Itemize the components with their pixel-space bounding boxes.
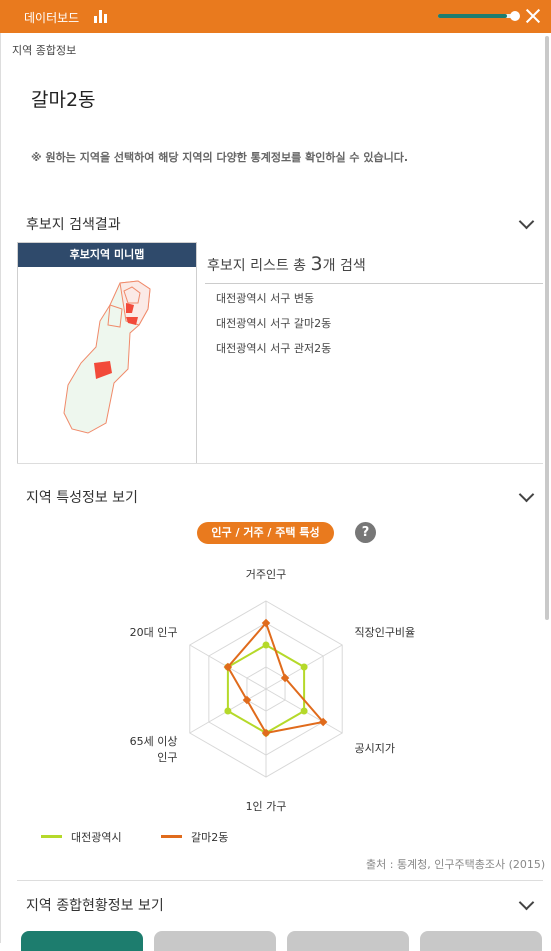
radar-point	[280, 673, 290, 683]
scrollbar-thumb[interactable]	[545, 36, 549, 620]
minimap-map[interactable]	[18, 267, 196, 463]
overview-tab-button[interactable]	[21, 931, 143, 951]
radar-axis-label-line: 공시지가	[354, 742, 395, 755]
candidate-count: 3	[310, 253, 323, 275]
radar-axis-label: 직장인구비율	[354, 624, 415, 640]
divider	[205, 283, 543, 284]
radar-axis-line	[189, 644, 267, 690]
radar-axis-label: 20대 인구	[58, 624, 178, 640]
radar-axis-label: 1인 가구	[206, 798, 326, 814]
radar-axis-label-line: 1인 가구	[245, 800, 287, 813]
overview-section-title: 지역 종합현황정보 보기	[26, 898, 164, 914]
radar-point	[261, 618, 271, 628]
radar-point	[318, 717, 328, 727]
candidate-item[interactable]: 대전광역시 서구 갈마2동	[216, 315, 331, 331]
source-note: 출처 : 통계청, 인구주택총조사 (2015)	[366, 858, 546, 871]
radar-axis-label-line: 거주인구	[245, 568, 287, 581]
overview-tab-button[interactable]	[287, 931, 409, 951]
radar-point	[224, 707, 232, 715]
bar-chart-icon[interactable]	[94, 10, 108, 23]
radar-point	[300, 663, 308, 671]
radar-axis-line	[265, 644, 343, 690]
radar-point	[223, 662, 233, 672]
candidates-section-title: 후보지 검색결과	[26, 217, 121, 233]
radar-grid-ring	[189, 600, 343, 778]
minimap[interactable]: 후보지역 미니맵	[17, 242, 197, 464]
radar-point	[262, 729, 270, 737]
section-divider	[17, 463, 543, 464]
chevron-down-icon[interactable]	[518, 213, 535, 230]
radar-axis-label-line: 65세 이상	[129, 735, 178, 748]
radar-axis-label: 65세 이상인구	[58, 733, 178, 765]
list-prefix: 후보지 리스트 총	[207, 258, 307, 274]
radar-axis-line	[189, 688, 267, 734]
radar-point	[224, 663, 232, 671]
radar-axis-label: 공시지가	[354, 740, 394, 756]
list-suffix: 개 검색	[322, 258, 366, 274]
candidate-item[interactable]: 대전광역시 서구 관저2동	[216, 340, 331, 356]
legend-swatch-galma2	[161, 835, 182, 838]
candidate-item[interactable]: 대전광역시 서구 변동	[216, 290, 314, 306]
radar-axis-label-line: 직장인구비율	[354, 626, 416, 639]
help-icon[interactable]: ?	[355, 522, 376, 543]
radar-axis-label: 거주인구	[206, 566, 326, 582]
category-pill[interactable]: 인구 / 거주 / 주택 특성	[197, 522, 334, 544]
zoom-slider-handle[interactable]	[510, 11, 520, 21]
zoom-slider[interactable]	[438, 14, 516, 18]
radar-series-line	[226, 621, 326, 735]
overview-tab-button[interactable]	[154, 931, 276, 951]
legend-swatch-daejeon	[41, 835, 62, 838]
radar-grid-ring	[208, 622, 324, 756]
radar-point	[242, 695, 252, 705]
breadcrumb: 지역 종합정보	[12, 44, 77, 57]
radar-point	[262, 641, 270, 649]
section-divider	[17, 880, 543, 881]
close-icon[interactable]	[524, 7, 542, 25]
radar-axis-label-line: 인구	[157, 751, 178, 764]
minimap-title: 후보지역 미니맵	[18, 243, 196, 267]
candidate-list-heading: 후보지 리스트 총 3개 검색	[207, 253, 366, 275]
radar-point	[300, 707, 308, 715]
notice-text: ※ 원하는 지역을 선택하여 해당 지역의 다양한 통계정보를 확인하실 수 있…	[31, 151, 409, 164]
radar-grid-ring	[246, 666, 286, 712]
radar-grid-ring	[227, 644, 305, 734]
region-title: 갈마2동	[31, 89, 96, 111]
zoom-slider-fill	[438, 14, 507, 18]
chevron-down-icon[interactable]	[518, 486, 535, 503]
chevron-down-icon[interactable]	[518, 894, 535, 911]
radar-point	[261, 728, 271, 738]
app-title: 데이터보드	[24, 11, 80, 25]
legend-label: 갈마2동	[191, 831, 229, 844]
characteristics-section-title: 지역 특성정보 보기	[26, 490, 138, 506]
radar-series-line	[226, 643, 306, 735]
legend-label: 대전광역시	[71, 831, 122, 844]
radar-axis-label-line: 20대 인구	[129, 626, 178, 639]
radar-axis-line	[265, 688, 343, 734]
panel-border	[0, 33, 1, 943]
overview-tab-button[interactable]	[420, 931, 542, 951]
